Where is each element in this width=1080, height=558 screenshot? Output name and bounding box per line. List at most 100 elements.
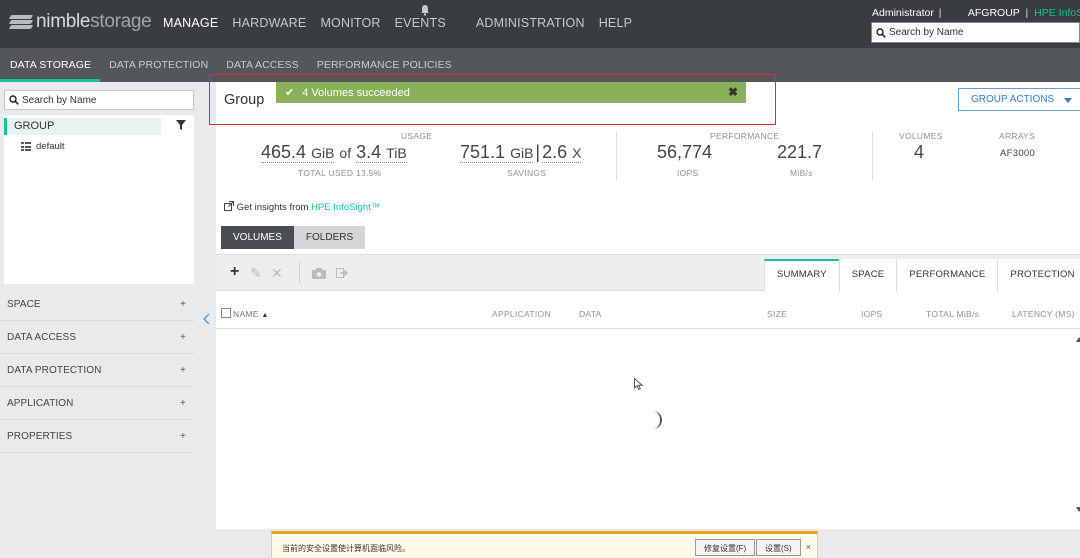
snapshot-icon[interactable] — [312, 268, 326, 279]
nav-administration[interactable]: ADMINISTRATION — [476, 16, 585, 30]
filter-icon[interactable] — [176, 120, 186, 130]
security-warning-bar: 当前的安全设置使计算机面临风险。 修复设置(F) 设置(S) × — [271, 531, 818, 558]
accordion-application[interactable]: APPLICATION + — [0, 387, 194, 420]
external-link-icon — [224, 201, 234, 211]
close-icon[interactable]: ✖ — [728, 85, 738, 99]
usage-label: USAGE — [401, 131, 433, 141]
sort-asc-icon: ▲ — [261, 312, 269, 319]
divider — [872, 131, 873, 181]
table-scrollbar[interactable] — [1076, 337, 1080, 512]
accordion-space[interactable]: SPACE + — [0, 288, 194, 321]
savings-label: SAVINGS — [507, 168, 547, 178]
edit-icon[interactable]: ✎ — [250, 265, 262, 282]
brand-name: nimblestorage — [36, 11, 152, 32]
move-icon[interactable] — [336, 268, 348, 278]
close-icon[interactable]: × — [806, 542, 811, 552]
divider — [299, 262, 300, 284]
success-toast: ✔ 4 Volumes succeeded ✖ — [276, 82, 746, 103]
column-data[interactable]: DATA — [579, 309, 602, 319]
insights-row: Get insights from HPE InfoSight™ — [224, 201, 380, 213]
volumes-table-header: NAME ▲ APPLICATION DATA SIZE IOPS TOTAL … — [216, 300, 1080, 329]
loading-spinner-icon — [648, 411, 662, 429]
expand-icon: + — [180, 331, 186, 343]
infosight-link[interactable]: HPE InfoSight — [1034, 7, 1080, 19]
scroll-down-icon[interactable] — [1076, 507, 1080, 512]
column-size[interactable]: SIZE — [767, 309, 787, 319]
user-name[interactable]: Administrator — [872, 7, 934, 19]
arrays-value[interactable]: AF3000 — [1000, 148, 1035, 159]
view-tabs: SUMMARY SPACE PERFORMANCE PROTECTION — [764, 259, 1080, 292]
tab-volumes[interactable]: VOLUMES — [221, 226, 294, 249]
tab-folders[interactable]: FOLDERS — [293, 226, 366, 249]
add-icon[interactable]: + — [230, 263, 239, 281]
nimble-logo[interactable]: nimblestorage — [8, 11, 152, 33]
nimble-logo-icon — [8, 15, 34, 29]
divider — [616, 131, 617, 181]
tab-data-storage[interactable]: DATA STORAGE — [0, 48, 101, 82]
nav-help[interactable]: HELP — [599, 16, 632, 30]
check-icon: ✔ — [285, 87, 295, 99]
performance-label: PERFORMANCE — [710, 131, 780, 141]
search-icon — [876, 27, 886, 38]
tab-data-protection[interactable]: DATA PROTECTION — [100, 48, 217, 82]
volumes-label: VOLUMES — [899, 131, 943, 141]
select-all-checkbox[interactable] — [221, 308, 231, 318]
throughput-label: MiB/s — [790, 168, 813, 178]
mouse-cursor-icon — [634, 378, 643, 390]
volumes-folders-toggle: VOLUMES FOLDERS — [221, 226, 366, 249]
total-used: TOTAL USED 13.5% — [298, 168, 382, 178]
throughput-value: 221.7 — [777, 142, 823, 162]
nav-manage[interactable]: MANAGE — [163, 16, 218, 30]
tree-item-group[interactable]: GROUP — [4, 118, 161, 135]
volume-toolbar: + ✎ ✕ SUMMARY SPACE PERFORMANCE PROTECTI… — [216, 254, 1080, 292]
column-name[interactable]: NAME ▲ — [233, 309, 269, 319]
nav-monitor[interactable]: MONITOR — [320, 16, 380, 30]
iops-label: IOPS — [677, 168, 699, 178]
accordion-data-access[interactable]: DATA ACCESS + — [0, 321, 194, 354]
infosight-link[interactable]: HPE InfoSight™ — [311, 202, 380, 213]
search-icon — [9, 95, 19, 105]
fix-settings-button[interactable]: 修复设置(F) — [695, 539, 756, 556]
tree-search-input[interactable] — [22, 94, 182, 106]
global-search[interactable] — [871, 22, 1080, 43]
group-actions-button[interactable]: GROUP ACTIONS — [958, 88, 1080, 111]
tab-summary[interactable]: SUMMARY — [764, 259, 839, 292]
nav-hardware[interactable]: HARDWARE — [232, 16, 306, 30]
savings-value: 751.1 GiB | 2.6 X — [460, 142, 582, 163]
collapse-panel-icon[interactable] — [202, 313, 210, 325]
accordion-data-protection[interactable]: DATA PROTECTION + — [0, 354, 194, 387]
column-application[interactable]: APPLICATION — [492, 309, 551, 319]
folder-grid-icon — [21, 142, 31, 151]
settings-button[interactable]: 设置(S) — [756, 539, 801, 556]
expand-icon: + — [180, 430, 186, 442]
iops-value: 56,774 — [657, 142, 713, 162]
group-tree: GROUP default — [4, 115, 194, 284]
expand-icon: + — [180, 397, 186, 409]
delete-icon[interactable]: ✕ — [271, 265, 283, 282]
security-message: 当前的安全设置使计算机面临风险。 — [282, 544, 410, 553]
arrays-label: ARRAYS — [999, 131, 1036, 141]
column-latency[interactable]: LATENCY (MS) — [1012, 309, 1075, 319]
tree-search[interactable] — [4, 90, 194, 110]
main-content: Group ✔ 4 Volumes succeeded ✖ GROUP ACTI… — [209, 74, 1080, 529]
group-name[interactable]: AFGROUP — [968, 7, 1020, 19]
details-accordion: SPACE + DATA ACCESS + DATA PROTECTION + APP… — [0, 288, 194, 453]
chevron-down-icon — [1064, 98, 1072, 103]
global-search-input[interactable] — [889, 27, 1069, 38]
expand-icon: + — [180, 298, 186, 310]
bell-icon[interactable] — [419, 4, 431, 16]
tab-performance[interactable]: PERFORMANCE — [896, 259, 998, 292]
column-iops[interactable]: IOPS — [861, 309, 883, 319]
accordion-properties[interactable]: PROPERTIES + — [0, 420, 194, 453]
user-info: Administrator | AFGROUP | HPE InfoSight — [872, 7, 1080, 19]
tree-item-default[interactable]: default — [21, 141, 65, 152]
volumes-count: 4 — [914, 142, 925, 162]
tree-item-label: default — [36, 141, 65, 152]
top-nav-bar: nimblestorage MANAGE HARDWARE MONITOR EV… — [0, 0, 1080, 48]
nav-events[interactable]: EVENTS — [395, 16, 446, 30]
scroll-up-icon[interactable] — [1076, 337, 1080, 342]
tab-space[interactable]: SPACE — [838, 259, 897, 292]
column-total-mibs[interactable]: TOTAL MiB/s — [926, 309, 979, 319]
toast-message: 4 Volumes succeeded — [302, 86, 410, 99]
tab-protection[interactable]: PROTECTION — [997, 259, 1080, 292]
